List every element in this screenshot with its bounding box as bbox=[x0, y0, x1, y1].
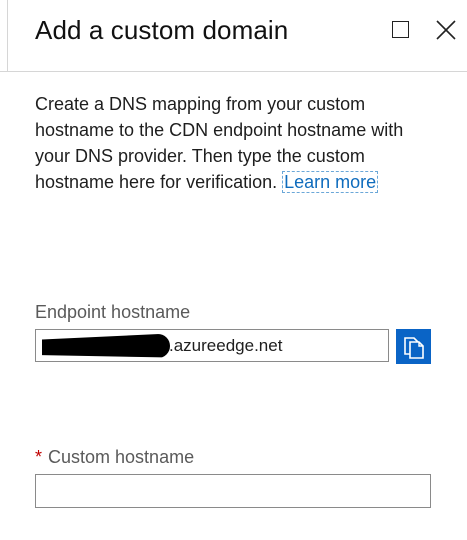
blade-header: Add a custom domain bbox=[0, 0, 467, 72]
redacted-hostname-block bbox=[42, 333, 170, 358]
required-marker: * bbox=[35, 447, 43, 467]
custom-hostname-label: * Custom hostname bbox=[35, 447, 194, 468]
endpoint-hostname-label: Endpoint hostname bbox=[35, 302, 191, 322]
close-icon bbox=[436, 20, 456, 40]
endpoint-hostname-field[interactable]: .azureedge.net bbox=[35, 329, 389, 362]
maximize-icon bbox=[392, 21, 409, 38]
learn-more-link[interactable]: Learn more bbox=[282, 171, 379, 193]
custom-hostname-input[interactable] bbox=[35, 474, 431, 508]
copy-icon bbox=[403, 336, 424, 359]
endpoint-hostname-suffix: .azureedge.net bbox=[169, 335, 283, 355]
description-text: Create a DNS mapping from your custom ho… bbox=[35, 91, 435, 195]
page-title: Add a custom domain bbox=[35, 15, 289, 45]
custom-hostname-label-text: Custom hostname bbox=[48, 447, 195, 467]
copy-to-clipboard-button[interactable] bbox=[396, 329, 431, 364]
close-button[interactable] bbox=[434, 18, 458, 42]
maximize-button[interactable] bbox=[390, 19, 412, 41]
